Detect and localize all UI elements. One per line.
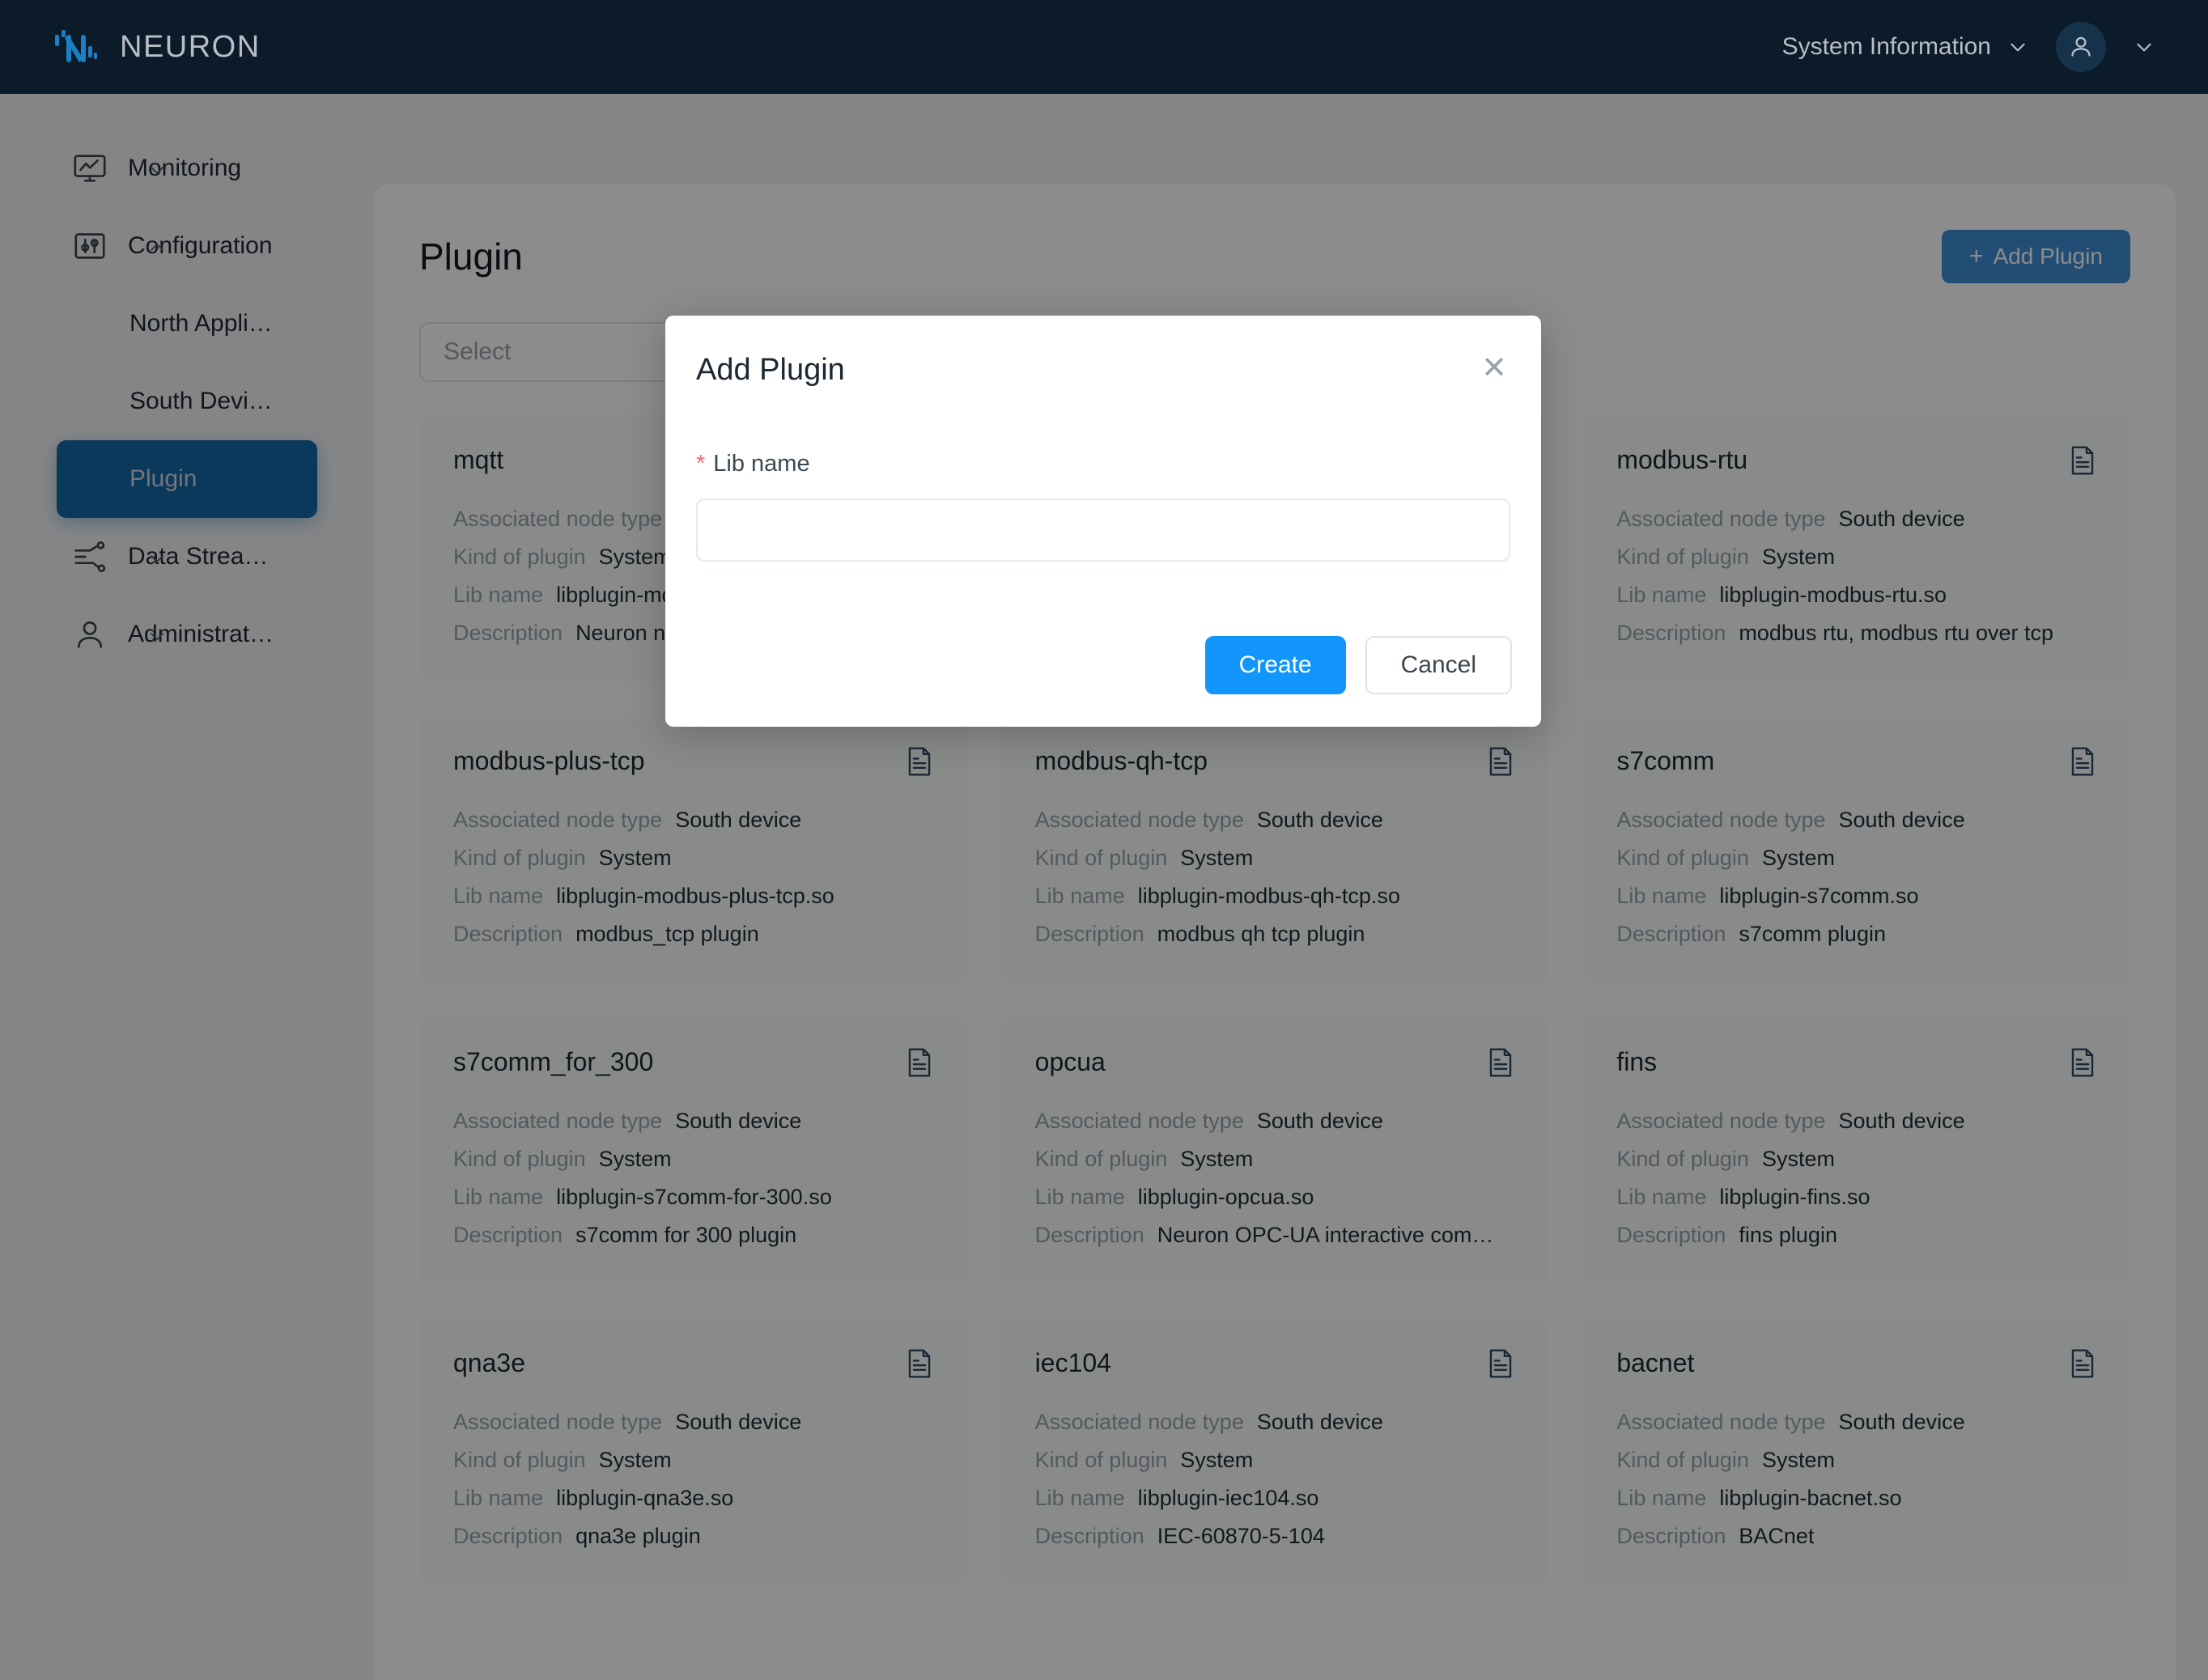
lib-name-label-text: Lib name (713, 451, 810, 477)
avatar[interactable] (2056, 22, 2106, 72)
topbar-right: System Information (1782, 22, 2155, 72)
app-root: NEURON System Information Monitoring Con… (0, 0, 2208, 1680)
close-icon[interactable]: ✕ (1478, 353, 1510, 384)
brand-name: NEURON (120, 29, 261, 64)
required-marker: * (696, 451, 706, 477)
dialog-footer: Create Cancel (694, 562, 1512, 694)
modal-backdrop[interactable] (0, 0, 2208, 1680)
account-chevron-down-icon[interactable] (2134, 36, 2155, 57)
chevron-down-icon (2007, 36, 2028, 57)
create-button[interactable]: Create (1204, 636, 1346, 694)
dialog-body: * Lib name (694, 388, 1512, 562)
lib-name-input[interactable] (696, 498, 1510, 562)
cancel-button[interactable]: Cancel (1365, 636, 1512, 694)
lib-name-label: * Lib name (696, 451, 1510, 477)
brand[interactable]: NEURON (49, 22, 261, 72)
dialog-header: Add Plugin ✕ (694, 353, 1512, 388)
dialog-title: Add Plugin (696, 353, 845, 387)
system-information-menu[interactable]: System Information (1782, 33, 2028, 61)
system-information-label: System Information (1781, 33, 1991, 60)
top-bar: NEURON System Information (0, 0, 2208, 94)
neuron-logo-icon (49, 22, 99, 72)
add-plugin-dialog: Add Plugin ✕ * Lib name Create Cancel (665, 316, 1541, 727)
